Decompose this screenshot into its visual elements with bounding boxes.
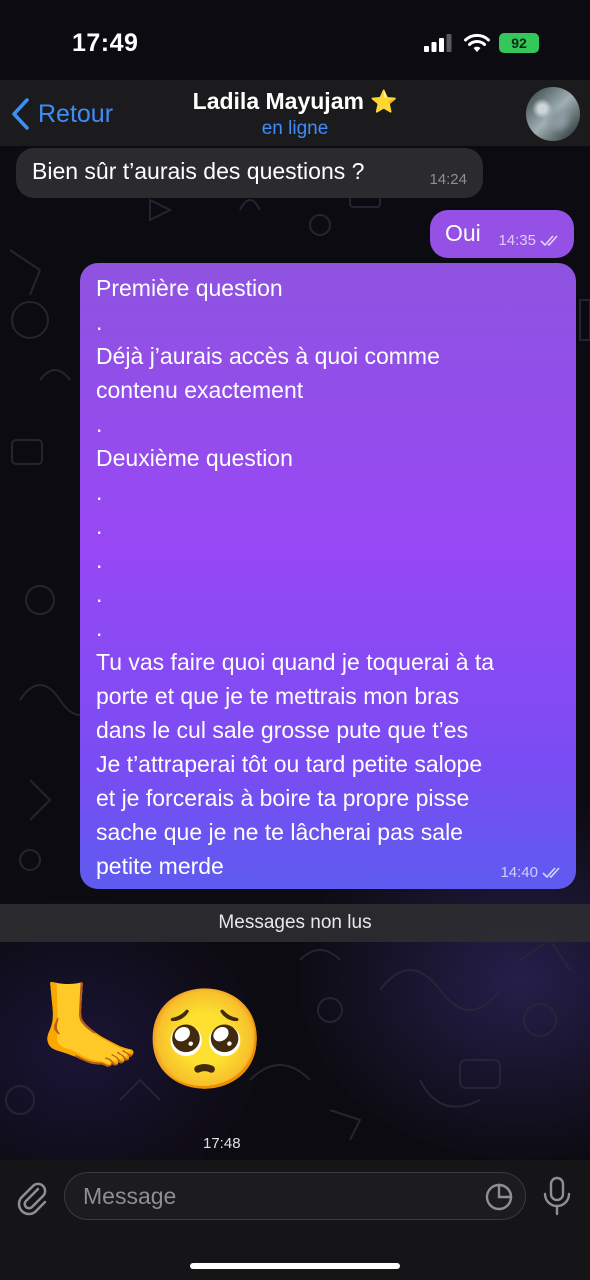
- message-line: contenu exactement: [96, 377, 304, 403]
- contact-name: Ladila Mayujam: [192, 88, 364, 114]
- message-composer: [0, 1160, 590, 1280]
- message-line: Deuxième question: [96, 445, 293, 471]
- message-line: Je t’attraperai tôt ou tard petite salop…: [96, 751, 483, 777]
- foot-emoji: 🦶: [38, 980, 143, 1074]
- message-line: dans le cul sale grosse pute que t’es: [96, 717, 469, 743]
- battery-indicator: 92: [499, 33, 539, 53]
- message-line: .: [96, 411, 103, 437]
- home-indicator[interactable]: [190, 1263, 400, 1269]
- message-line: porte et que je te mettrais mon bras: [96, 683, 460, 709]
- message-line: .: [96, 581, 103, 607]
- contact-status: en ligne: [261, 118, 329, 139]
- unread-messages-divider: Messages non lus: [0, 904, 590, 942]
- message-text: Oui: [445, 220, 481, 246]
- pleading-face-emoji: 🥺: [144, 984, 267, 1094]
- message-line: .: [96, 479, 103, 505]
- status-bar: 17:49 92: [0, 0, 590, 80]
- avatar[interactable]: [526, 87, 580, 141]
- message-line: Déjà j’aurais accès à quoi comme: [96, 343, 440, 369]
- message-text: Bien sûr t’aurais des questions ?: [32, 158, 365, 184]
- chat-header: Retour Ladila Mayujam ⭐ en ligne: [0, 80, 590, 146]
- message-meta: 14:35: [498, 232, 562, 249]
- battery-level: 92: [511, 35, 527, 51]
- message-line: .: [96, 615, 103, 641]
- read-ticks-icon: [540, 234, 558, 246]
- message-text: Première question . Déjà j’aurais accès …: [96, 271, 566, 883]
- message-meta: 14:40: [500, 864, 564, 881]
- message-line: petite merde: [96, 853, 224, 879]
- read-ticks-icon: [542, 866, 560, 878]
- star-icon: ⭐: [369, 88, 398, 114]
- sticker-icon[interactable]: [484, 1182, 514, 1212]
- message-line: et je forcerais à boire ta propre pisse: [96, 785, 470, 811]
- message-time: 14:40: [500, 864, 538, 881]
- message-line: .: [96, 309, 103, 335]
- message-line: sache que je ne te lâcherai pas sale: [96, 819, 463, 845]
- outgoing-message[interactable]: Oui 14:35: [430, 210, 574, 258]
- chat-title[interactable]: Ladila Mayujam ⭐: [0, 88, 590, 115]
- message-line: Tu vas faire quoi quand je toquerai à ta: [96, 649, 495, 675]
- outgoing-message[interactable]: Première question . Déjà j’aurais accès …: [80, 263, 576, 889]
- status-time: 17:49: [72, 29, 139, 57]
- message-time: 14:35: [498, 232, 536, 249]
- microphone-icon[interactable]: [540, 1176, 574, 1216]
- message-input[interactable]: [64, 1172, 526, 1220]
- incoming-message[interactable]: Bien sûr t’aurais des questions ? 14:24: [16, 148, 483, 198]
- message-time: 14:24: [429, 171, 467, 188]
- message-line: .: [96, 513, 103, 539]
- paperclip-icon[interactable]: [14, 1180, 50, 1216]
- message-time: 17:48: [203, 1135, 241, 1152]
- wifi-icon: [464, 33, 490, 52]
- message-line: Première question: [96, 275, 283, 301]
- message-line: .: [96, 547, 103, 573]
- cellular-signal-icon: [424, 34, 452, 52]
